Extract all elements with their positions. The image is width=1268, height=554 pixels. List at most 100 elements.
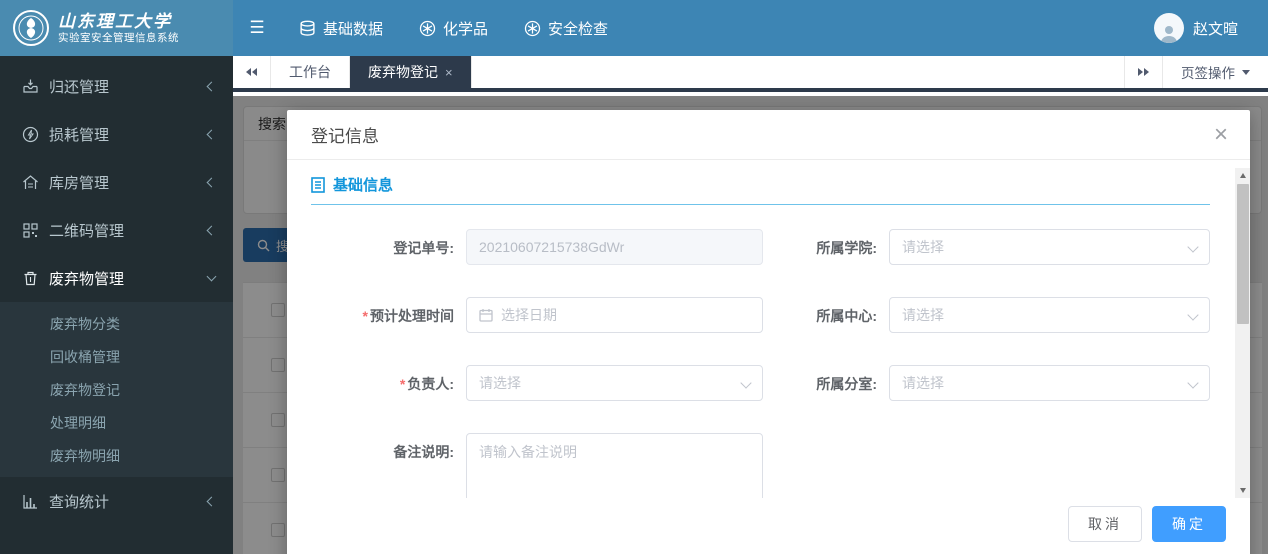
sidebar-subitem-processing-details[interactable]: 处理明细: [0, 406, 233, 439]
chevron-down-icon: [1187, 241, 1199, 253]
registration-info-dialog: 登记信息 × 基础信息 登记单号: 所属学院:: [287, 110, 1250, 554]
double-right-arrow-icon: [1138, 68, 1143, 76]
dialog-scrollbar[interactable]: [1235, 168, 1250, 498]
dialog-header: 登记信息 ×: [287, 110, 1250, 160]
sidebar-item-qrcode-management[interactable]: 二维码管理: [0, 206, 233, 254]
process-time-datepicker[interactable]: [466, 297, 763, 333]
manager-select[interactable]: [466, 365, 763, 401]
chevron-down-icon: [206, 271, 217, 282]
tab-label: 工作台: [289, 64, 331, 80]
subroom-select-input[interactable]: [902, 375, 1179, 391]
close-tab-icon[interactable]: ×: [445, 66, 453, 79]
chevron-left-icon: [206, 81, 217, 91]
center-select-input[interactable]: [902, 307, 1179, 323]
field-registration-number: 登记单号:: [311, 229, 763, 265]
sidebar-subitem-waste-registration[interactable]: 废弃物登记: [0, 373, 233, 406]
user-name: 赵文暄: [1192, 20, 1238, 38]
process-time-input[interactable]: [501, 307, 732, 323]
sidebar-subitem-recycle-bin-management[interactable]: 回收桶管理: [0, 340, 233, 373]
tab-waste-registration[interactable]: 废弃物登记 ×: [350, 56, 472, 88]
sidebar-item-warehouse-management[interactable]: 库房管理: [0, 158, 233, 206]
warehouse-icon: [23, 174, 38, 189]
chevron-down-icon: [1187, 377, 1199, 389]
chevron-left-icon: [206, 177, 217, 187]
field-subroom: 所属分室:: [787, 365, 1210, 401]
nav-label: 基础数据: [323, 20, 384, 38]
manager-select-input[interactable]: [479, 375, 732, 391]
database-icon: [300, 20, 315, 36]
scrollbar-down-arrow[interactable]: [1235, 483, 1250, 498]
college-select[interactable]: [889, 229, 1210, 265]
sidebar-item-return-management[interactable]: 归还管理: [0, 62, 233, 110]
tab-workbench[interactable]: 工作台: [271, 56, 350, 88]
center-select[interactable]: [889, 297, 1210, 333]
waste-management-submenu: 废弃物分类 回收桶管理 废弃物登记 处理明细 废弃物明细: [0, 302, 233, 477]
sidebar-item-label: 废弃物管理: [49, 270, 125, 288]
subroom-select[interactable]: [889, 365, 1210, 401]
field-label: 登记单号:: [393, 240, 454, 256]
tab-actions-label: 页签操作: [1181, 66, 1235, 81]
avatar-person-icon: [1160, 26, 1177, 43]
confirm-button[interactable]: 确定: [1152, 506, 1226, 542]
field-label: * 负责人:: [399, 376, 454, 392]
avatar: [1153, 13, 1184, 43]
sidebar-item-label: 查询统计: [49, 493, 110, 511]
chevron-left-icon: [206, 129, 217, 139]
field-label: * 预计处理时间: [362, 308, 454, 324]
dialog-body: 基础信息 登记单号: 所属学院: *预计处理时间: [287, 160, 1250, 498]
required-mark: *: [399, 376, 406, 392]
sidebar-subitem-waste-classification[interactable]: 废弃物分类: [0, 307, 233, 340]
system-name: 实验室安全管理信息系统: [58, 31, 179, 44]
dialog-title: 登记信息: [311, 127, 379, 146]
section-title: 基础信息: [333, 177, 394, 194]
sidebar-item-waste-management[interactable]: 废弃物管理: [0, 254, 233, 302]
loss-icon: [22, 126, 39, 142]
required-mark: *: [362, 308, 368, 324]
hamburger-icon[interactable]: ☰: [233, 0, 281, 56]
close-icon[interactable]: ×: [1214, 122, 1228, 147]
nav-item-chemicals[interactable]: 化学品: [401, 0, 506, 56]
field-college: 所属学院:: [787, 229, 1210, 265]
chevron-down-icon: [740, 377, 752, 389]
tab-actions-dropdown[interactable]: 页签操作: [1162, 56, 1268, 88]
waste-icon: [24, 271, 37, 285]
sidebar-item-label: 归还管理: [49, 78, 110, 96]
registration-number-input: [479, 239, 732, 255]
nav-label: 化学品: [443, 20, 489, 38]
college-select-input[interactable]: [902, 239, 1179, 255]
registration-form: 登记单号: 所属学院: *预计处理时间: [311, 229, 1210, 498]
remark-textarea[interactable]: [479, 442, 750, 498]
registration-number-input-wrap: [466, 229, 763, 265]
caret-down-icon: [1242, 69, 1250, 75]
cancel-button[interactable]: 取消: [1068, 506, 1142, 542]
field-center: 所属中心:: [787, 297, 1210, 333]
sidebar-item-loss-management[interactable]: 损耗管理: [0, 110, 233, 158]
document-icon: [311, 176, 325, 193]
sidebar-item-label: 库房管理: [49, 174, 110, 192]
scrollbar-up-arrow[interactable]: [1235, 168, 1250, 183]
user-menu[interactable]: 赵文暄: [1153, 0, 1268, 56]
top-header: 山东理工大学 实验室安全管理信息系统 ☰ 基础数据 化学品 安全检查 赵文暄: [0, 0, 1268, 56]
nav-item-safety-check[interactable]: 安全检查: [506, 0, 626, 56]
double-right-arrow-icon: [1144, 68, 1149, 76]
double-left-arrow-icon: [252, 68, 257, 76]
scroll-tabs-right-button[interactable]: [1124, 56, 1162, 88]
basic-info-section-header: 基础信息: [311, 174, 1210, 205]
field-label: 所属学院:: [816, 240, 877, 256]
field-label: 所属中心:: [816, 308, 877, 324]
app-logo: 山东理工大学 实验室安全管理信息系统: [0, 0, 233, 56]
chevron-left-icon: [206, 225, 217, 235]
field-manager: * 负责人:: [311, 365, 763, 401]
sidebar-item-query-statistics[interactable]: 查询统计: [0, 477, 233, 525]
field-remark: 备注说明:: [311, 433, 763, 498]
sidebar-subitem-waste-details[interactable]: 废弃物明细: [0, 439, 233, 472]
scrollbar-thumb[interactable]: [1236, 184, 1249, 324]
chemical-icon: [419, 20, 436, 36]
nav-item-basic-data[interactable]: 基础数据: [281, 0, 401, 56]
remark-textarea-wrap: [466, 433, 763, 498]
scroll-tabs-left-button[interactable]: [233, 56, 271, 88]
qrcode-icon: [23, 222, 38, 238]
field-label: 所属分室:: [816, 376, 877, 392]
calendar-icon: [479, 309, 493, 322]
field-process-time: * 预计处理时间: [311, 297, 763, 333]
